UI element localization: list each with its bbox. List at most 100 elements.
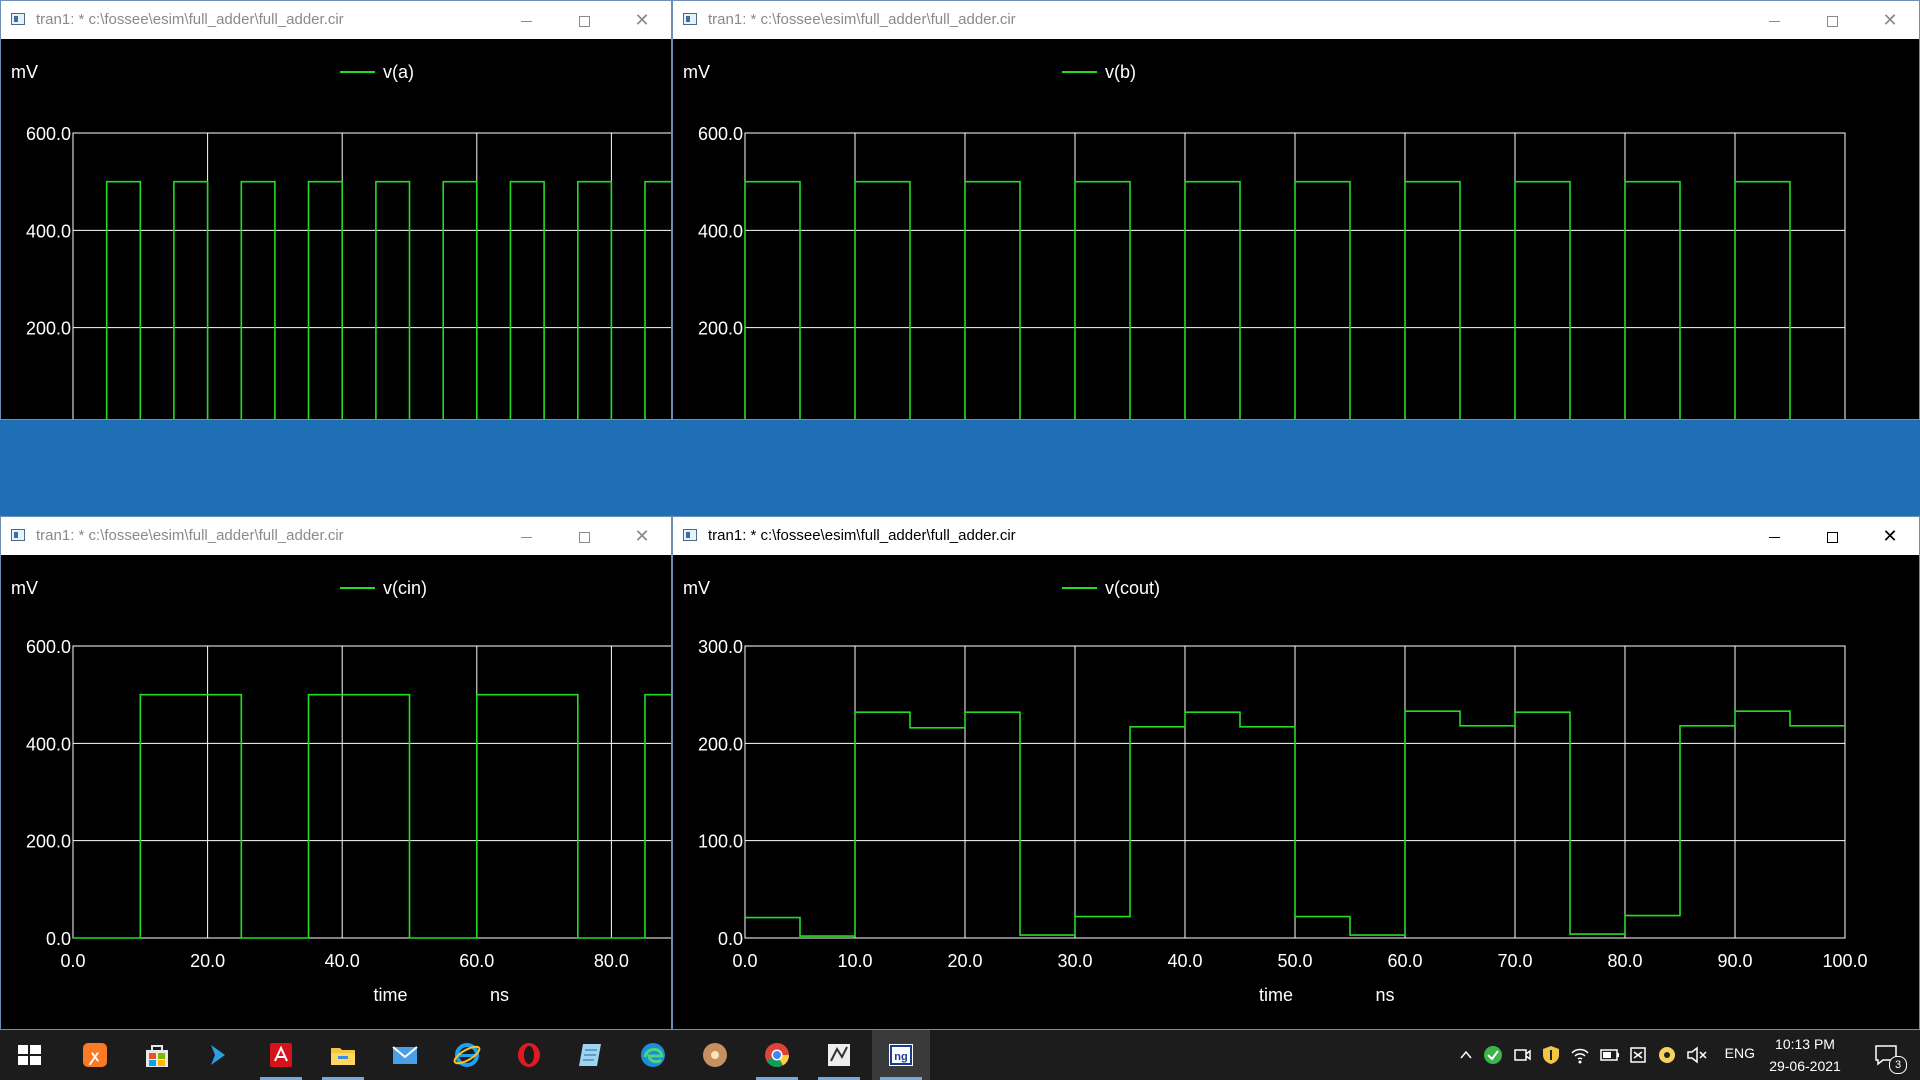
x-axis-label: time: [1259, 985, 1293, 1005]
close-button[interactable]: ✕: [613, 1, 671, 39]
taskbar-media-player[interactable]: [686, 1030, 744, 1080]
edge-icon: [641, 1043, 665, 1067]
close-button[interactable]: ✕: [1861, 517, 1919, 555]
close-button[interactable]: ✕: [613, 517, 671, 555]
taskbar-opera[interactable]: [500, 1030, 558, 1080]
waveform-trace: [105, 180, 671, 419]
plot-window-vcout[interactable]: tran1: * c:\fossee\esim\full_adder\full_…: [672, 516, 1920, 1030]
x-tick-label: 0.0: [732, 951, 757, 971]
x-tick-label: 80.0: [594, 951, 629, 971]
notification-center-button[interactable]: 3: [1864, 1030, 1910, 1080]
wifi-icon[interactable]: [1570, 1045, 1590, 1065]
legend-label: v(b): [1105, 62, 1136, 82]
y-unit-label: mV: [683, 62, 710, 82]
window-title: tran1: * c:\fossee\esim\full_adder\full_…: [36, 11, 344, 28]
clock-date: 29-06-2021: [1769, 1058, 1841, 1074]
maximize-button[interactable]: [1803, 517, 1861, 555]
media-tray-icon[interactable]: [1657, 1045, 1677, 1065]
legend-label: v(cout): [1105, 578, 1160, 598]
minimize-button[interactable]: [1745, 517, 1803, 555]
window-title: tran1: * c:\fossee\esim\full_adder\full_…: [708, 527, 1016, 544]
y-tick-label: 400.0: [26, 221, 71, 241]
taskbar-file-explorer[interactable]: [314, 1030, 372, 1080]
taskbar-store[interactable]: [128, 1030, 186, 1080]
waveform-plot-va[interactable]: mVv(a)600.0400.0200.00.00.020.040.060.08…: [1, 39, 671, 419]
window-app-icon: [683, 529, 697, 541]
taskbar-notepad[interactable]: [562, 1030, 620, 1080]
waveform-plot-vcin[interactable]: mV v(cin) 600.0 400.0 200.0 0.00.0 20.0 40.0 60.…: [1, 555, 671, 1029]
x-tick-label: 100.0: [1822, 951, 1867, 971]
y-tick-label: 400.0: [26, 734, 71, 754]
y-tick-label: 200.0: [26, 832, 71, 852]
store-bag-icon: [146, 1045, 168, 1067]
minimize-button[interactable]: [1745, 1, 1803, 39]
onedrive-sync-icon[interactable]: [1628, 1045, 1648, 1065]
vscode-icon: [211, 1045, 225, 1065]
esim-icon: [828, 1044, 850, 1066]
x-axis-unit: ns: [490, 985, 509, 1005]
x-tick-label: 40.0: [325, 951, 360, 971]
x-tick-label: 70.0: [1497, 951, 1532, 971]
taskbar-xampp[interactable]: ꭗ: [66, 1030, 124, 1080]
maximize-button[interactable]: [555, 517, 613, 555]
y-tick-label: 200.0: [698, 319, 743, 339]
y-tick-label: 600.0: [698, 124, 743, 144]
x-tick-label: 40.0: [1167, 951, 1202, 971]
y-tick-label: 0.0: [46, 929, 71, 949]
taskbar-ie[interactable]: [438, 1030, 496, 1080]
clock-time: 10:13 PM: [1775, 1036, 1835, 1052]
taskbar-mail[interactable]: [376, 1030, 434, 1080]
taskbar-clock[interactable]: 10:13 PM 29-06-2021: [1760, 1030, 1850, 1080]
taskbar-esim[interactable]: [810, 1030, 868, 1080]
window-titlebar[interactable]: tran1: * c:\fossee\esim\full_adder\full_…: [673, 1, 1919, 39]
taskbar: ꭗ ng ENG 10:13 PM 29-06-2021 3: [0, 1030, 1920, 1080]
windows-security-icon[interactable]: [1541, 1044, 1561, 1066]
window-titlebar[interactable]: tran1: * c:\fossee\esim\full_adder\full_…: [1, 517, 671, 555]
plot-window-vcin[interactable]: tran1: * c:\fossee\esim\full_adder\full_…: [0, 516, 672, 1030]
minimize-button[interactable]: [497, 1, 555, 39]
minimize-button[interactable]: [497, 517, 555, 555]
waveform-plot-vcout[interactable]: mV v(cout) 300.0 200.0 100.0 0.00.0 10.0 20.0 30…: [673, 555, 1919, 1029]
maximize-button[interactable]: [1803, 1, 1861, 39]
maximize-button[interactable]: [555, 1, 613, 39]
y-tick-label: 0.0: [46, 416, 71, 419]
x-axis-unit: ns: [1375, 985, 1394, 1005]
x-tick-label: 30.0: [1057, 951, 1092, 971]
start-button[interactable]: [0, 1030, 58, 1080]
window-titlebar[interactable]: tran1: * c:\fossee\esim\full_adder\full_…: [673, 517, 1919, 555]
input-language[interactable]: ENG: [1725, 1045, 1755, 1061]
taskbar-vscode[interactable]: [190, 1030, 248, 1080]
system-tray: [1450, 1030, 1750, 1080]
y-tick-label: 300.0: [698, 637, 743, 657]
plot-frame: [72, 645, 671, 939]
mail-icon: [392, 1046, 418, 1064]
taskbar-acrobat[interactable]: [252, 1030, 310, 1080]
plot-window-vb[interactable]: tran1: * c:\fossee\esim\full_adder\full_…: [672, 0, 1920, 420]
window-titlebar[interactable]: tran1: * c:\fossee\esim\full_adder\full_…: [1, 1, 671, 39]
meet-now-icon[interactable]: [1512, 1045, 1532, 1065]
window-app-icon: [683, 13, 697, 25]
window-title: tran1: * c:\fossee\esim\full_adder\full_…: [36, 527, 344, 544]
legend-label: v(cin): [383, 578, 427, 598]
waveform-trace: [744, 180, 1791, 419]
y-tick-label: 0.0: [718, 416, 743, 419]
y-tick-label: 600.0: [26, 124, 71, 144]
waveform-plot-vb[interactable]: mVv(b)600.0400.0200.00.00.010.020.030.04…: [673, 39, 1919, 419]
legend-label: v(a): [383, 62, 414, 82]
volume-muted-icon[interactable]: [1686, 1045, 1708, 1065]
x-axis-label: time: [373, 985, 407, 1005]
close-button[interactable]: ✕: [1861, 1, 1919, 39]
taskbar-chrome[interactable]: [748, 1030, 806, 1080]
security-shield-icon[interactable]: [1483, 1045, 1503, 1065]
taskbar-edge[interactable]: [624, 1030, 682, 1080]
ngspice-icon: ng: [889, 1044, 913, 1066]
x-tick-label: 10.0: [837, 951, 872, 971]
plot-window-va[interactable]: tran1: * c:\fossee\esim\full_adder\full_…: [0, 0, 672, 420]
notification-count-badge: 3: [1889, 1056, 1907, 1074]
taskbar-ngspice[interactable]: ng: [872, 1030, 930, 1080]
chrome-icon: [765, 1043, 789, 1068]
y-unit-label: mV: [11, 62, 38, 82]
x-tick-label: 20.0: [947, 951, 982, 971]
chevron-up-icon[interactable]: [1458, 1047, 1474, 1063]
battery-icon[interactable]: [1599, 1046, 1621, 1064]
